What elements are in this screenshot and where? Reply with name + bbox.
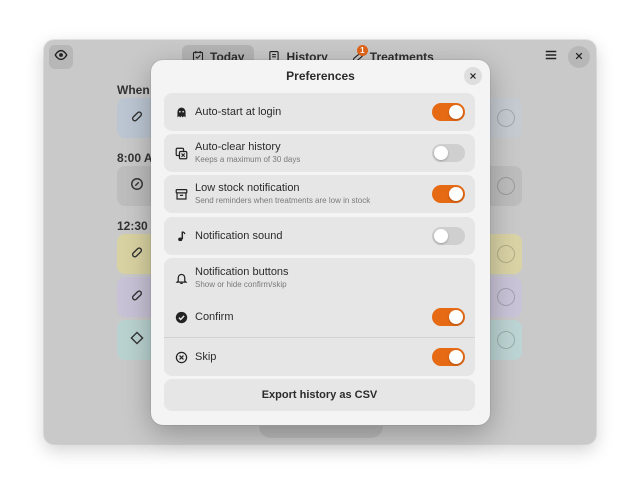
dialog-title: Preferences <box>286 69 355 83</box>
circle-icon <box>497 177 515 195</box>
visibility-button[interactable] <box>49 45 73 69</box>
ghost-icon <box>174 105 188 119</box>
dialog-close-button[interactable] <box>464 67 482 85</box>
treatments-badge: 1 <box>356 45 368 56</box>
pref-row-auto-clear: Auto-clear history Keeps a maximum of 30… <box>164 134 475 172</box>
history-clear-icon <box>174 146 188 160</box>
pref-title: Low stock notification <box>195 182 300 194</box>
circle-icon <box>497 288 515 306</box>
capsule-icon <box>130 288 144 307</box>
compass-icon <box>130 177 144 196</box>
pref-row-notification-sound: Notification sound <box>164 217 475 255</box>
pref-row-auto-start: Auto-start at login <box>164 93 475 131</box>
circle-icon <box>497 109 515 127</box>
pref-row-low-stock: Low stock notification Send reminders wh… <box>164 175 475 213</box>
confirm-switch[interactable] <box>432 308 465 326</box>
pref-subtitle: Show or hide confirm/skip <box>195 280 287 289</box>
low-stock-switch[interactable] <box>432 185 465 203</box>
close-icon <box>469 67 477 85</box>
window-close-button[interactable] <box>568 46 590 68</box>
switch-knob <box>449 350 463 364</box>
pref-row-confirm: Confirm <box>164 298 475 337</box>
switch-knob <box>449 310 463 324</box>
section-label-1230: 12:30 <box>117 219 148 233</box>
dose-status[interactable] <box>490 277 522 317</box>
pref-title: Auto-start at login <box>195 106 282 118</box>
x-circle-icon <box>174 350 188 364</box>
pref-row-skip: Skip <box>164 338 475 376</box>
switch-knob <box>434 229 448 243</box>
pref-title: Notification buttons <box>195 266 289 278</box>
eye-icon <box>54 48 68 67</box>
circle-icon <box>497 245 515 263</box>
dose-status[interactable] <box>490 166 522 206</box>
notification-sound-switch[interactable] <box>432 227 465 245</box>
preferences-dialog: Preferences Auto-start at login Auto-cle… <box>151 60 490 425</box>
dose-status[interactable] <box>490 320 522 360</box>
pref-subtitle: Keeps a maximum of 30 days <box>195 155 301 164</box>
diamond-icon <box>130 330 144 350</box>
section-label-8am: 8:00 A <box>117 151 153 165</box>
bell-icon <box>174 271 188 285</box>
switch-knob <box>449 187 463 201</box>
skip-switch[interactable] <box>432 348 465 366</box>
auto-clear-switch[interactable] <box>432 144 465 162</box>
export-csv-button[interactable]: Export history as CSV <box>164 379 475 411</box>
pref-title: Confirm <box>195 311 234 323</box>
pref-row-notification-buttons[interactable]: Notification buttons Show or hide confir… <box>164 258 475 298</box>
dose-status[interactable] <box>490 234 522 274</box>
pref-subtitle: Send reminders when treatments are low i… <box>195 196 371 205</box>
pill-icon <box>130 109 144 128</box>
bottom-action-button[interactable] <box>259 426 383 438</box>
auto-start-switch[interactable] <box>432 103 465 121</box>
main-menu-button[interactable] <box>539 45 563 69</box>
switch-knob <box>434 146 448 160</box>
switch-knob <box>449 105 463 119</box>
dose-status[interactable] <box>490 98 522 138</box>
close-icon <box>574 48 584 66</box>
capsule-icon <box>130 245 144 264</box>
circle-icon <box>497 331 515 349</box>
pref-title: Skip <box>195 351 217 363</box>
pref-title: Auto-clear history <box>195 141 281 153</box>
pref-title: Notification sound <box>195 230 283 242</box>
check-circle-icon <box>174 310 188 324</box>
music-note-icon <box>174 229 188 243</box>
box-icon <box>174 187 188 201</box>
hamburger-menu-icon <box>544 48 558 67</box>
